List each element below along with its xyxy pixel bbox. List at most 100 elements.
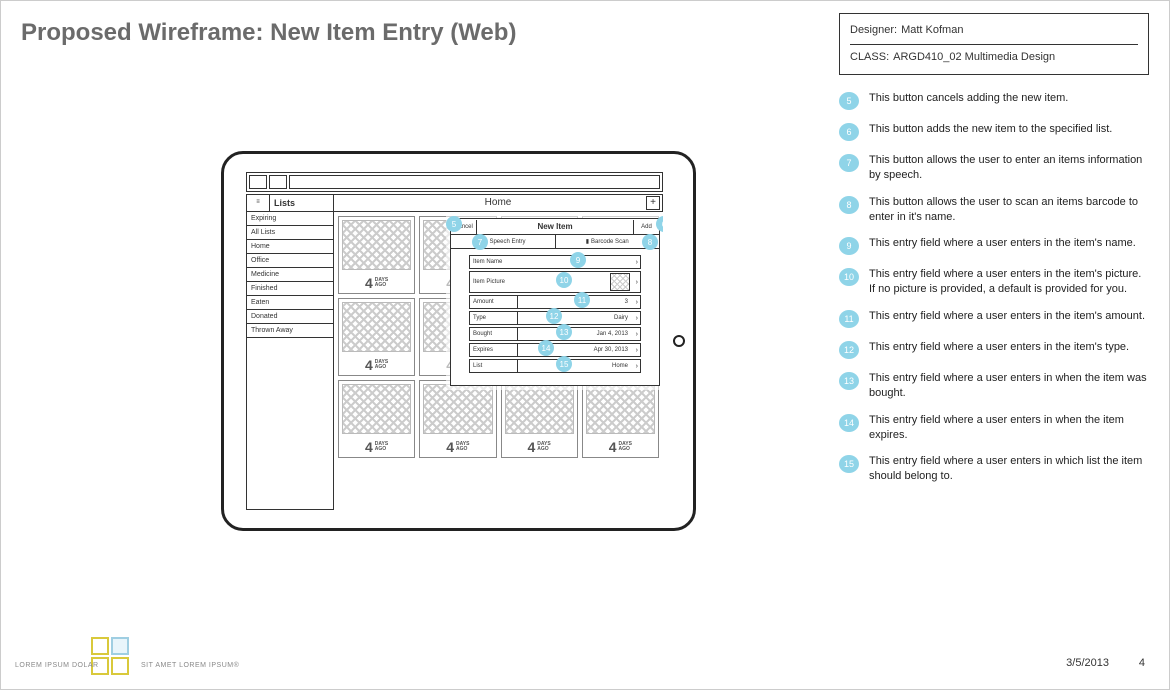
annot-text: This entry field where a user enters in … — [869, 454, 1149, 484]
modal-title: New Item — [477, 222, 633, 231]
sidebar-item[interactable]: Medicine — [247, 268, 333, 282]
field-label: List — [470, 360, 518, 372]
speech-label: Speech Entry — [489, 239, 525, 245]
sidebar-item[interactable]: Home — [247, 240, 333, 254]
days-number: 4 — [446, 439, 454, 455]
sidebar-item[interactable]: Thrown Away — [247, 324, 333, 338]
add-item-button[interactable]: Add — [633, 220, 659, 234]
class-value: ARGD410_02 Multimedia Design — [893, 49, 1055, 67]
sidebar-item[interactable]: Office — [247, 254, 333, 268]
sidebar: Expiring All Lists Home Office Medicine … — [246, 212, 334, 510]
chevron-right-icon: › — [636, 279, 638, 286]
annot-bubble: 8 — [839, 196, 859, 214]
footer-date: 3/5/2013 — [1066, 657, 1109, 669]
annot-text: This button cancels adding the new item. — [869, 91, 1149, 106]
item-image — [423, 384, 492, 434]
annot-bubble: 9 — [839, 237, 859, 255]
field-value: Jan 4, 2013 — [518, 331, 640, 337]
item-card[interactable]: 4DAYSAGO — [501, 380, 578, 458]
item-name-field[interactable]: Item Name› — [469, 255, 641, 269]
days-number: 4 — [365, 275, 373, 291]
header-home: Home + — [334, 194, 663, 212]
chevron-right-icon: › — [636, 259, 638, 266]
sidebar-item[interactable]: Finished — [247, 282, 333, 296]
screen: ≡ Lists Home + Expiring All Lists Home O… — [246, 172, 663, 510]
sidebar-item[interactable]: Donated — [247, 310, 333, 324]
annot-text: This entry field where a user enters in … — [869, 236, 1149, 251]
chevron-right-icon: › — [636, 315, 638, 322]
address-bar[interactable] — [289, 175, 660, 189]
annot-bubble: 6 — [839, 123, 859, 141]
microphone-icon — [480, 238, 487, 245]
barcode-label: Barcode Scan — [591, 239, 629, 245]
sidebar-item[interactable]: Eaten — [247, 296, 333, 310]
item-image — [505, 384, 574, 434]
list-field[interactable]: ListHome› — [469, 359, 641, 373]
field-label: Amount — [470, 296, 518, 308]
item-picture-field[interactable]: Item Picture › — [469, 271, 641, 293]
bought-field[interactable]: BoughtJan 4, 2013› — [469, 327, 641, 341]
back-button[interactable] — [249, 175, 267, 189]
ago-label: AGO — [375, 364, 386, 370]
ago-label: AGO — [375, 282, 386, 288]
tablet-home-button[interactable] — [673, 335, 685, 347]
field-label: Type — [470, 312, 518, 324]
cancel-button[interactable]: Cancel — [451, 220, 477, 234]
item-card[interactable]: 4DAYSAGO — [338, 380, 415, 458]
type-field[interactable]: TypeDairy› — [469, 311, 641, 325]
annot-text: This button adds the new item to the spe… — [869, 122, 1149, 137]
new-item-modal: Cancel New Item Add Speech Entry Barcode… — [450, 218, 660, 386]
forward-button[interactable] — [269, 175, 287, 189]
item-grid: 4DAYSAGO 4DAYSAGO 4DAYSAGO 4DAYSAGO 4DAY… — [334, 212, 663, 510]
barcode-scan-button[interactable]: Barcode Scan — [556, 235, 660, 248]
annot-text: This entry field where a user enters in … — [869, 267, 1149, 297]
amount-field[interactable]: Amount3› — [469, 295, 641, 309]
item-card[interactable]: 4DAYSAGO — [419, 380, 496, 458]
menu-button[interactable]: ≡ — [246, 194, 270, 212]
field-value: 3 — [518, 299, 640, 305]
field-label: Expires — [470, 344, 518, 356]
ago-label: AGO — [619, 446, 630, 452]
annot-text: This entry field where a user enters in … — [869, 340, 1149, 355]
ago-label: AGO — [456, 446, 467, 452]
speech-entry-button[interactable]: Speech Entry — [451, 235, 556, 248]
annot-bubble: 7 — [839, 154, 859, 172]
chevron-right-icon: › — [636, 331, 638, 338]
expires-field[interactable]: ExpiresApr 30, 2013› — [469, 343, 641, 357]
item-image — [342, 384, 411, 434]
field-label: Item Picture — [470, 272, 518, 292]
item-card[interactable]: 4DAYSAGO — [338, 216, 415, 294]
sidebar-item[interactable]: Expiring — [247, 212, 333, 226]
tablet-frame: ≡ Lists Home + Expiring All Lists Home O… — [221, 151, 696, 531]
days-number: 4 — [365, 439, 373, 455]
field-label: Bought — [470, 328, 518, 340]
sidebar-item[interactable]: All Lists — [247, 226, 333, 240]
annot-bubble: 13 — [839, 372, 859, 390]
item-card[interactable]: 4DAYSAGO — [338, 298, 415, 376]
info-box: Designer: Matt Kofman CLASS: ARGD410_02 … — [839, 13, 1149, 75]
field-value: Home — [518, 363, 640, 369]
item-image — [586, 384, 655, 434]
annot-bubble: 12 — [839, 341, 859, 359]
annot-text: This button allows the user to scan an i… — [869, 195, 1149, 225]
page-title: Proposed Wireframe: New Item Entry (Web) — [21, 19, 516, 47]
annot-text: This button allows the user to enter an … — [869, 153, 1149, 183]
footer: LOREM IPSUM DOLAR SIT AMET LOREM IPSUM® … — [1, 639, 1169, 679]
annot-bubble: 15 — [839, 455, 859, 473]
item-image — [342, 302, 411, 352]
annot-text: This entry field where a user enters in … — [869, 413, 1149, 443]
footer-page-number: 4 — [1139, 657, 1145, 669]
days-number: 4 — [609, 439, 617, 455]
field-label: Item Name — [470, 256, 640, 268]
browser-chrome — [246, 172, 663, 192]
add-button[interactable]: + — [646, 196, 660, 210]
footer-text-left: LOREM IPSUM DOLAR — [15, 662, 99, 669]
annot-text: This entry field where a user enters in … — [869, 309, 1149, 324]
field-value: Apr 30, 2013 — [518, 347, 640, 353]
days-number: 4 — [365, 357, 373, 373]
annot-bubble: 5 — [839, 92, 859, 110]
item-card[interactable]: 4DAYSAGO — [582, 380, 659, 458]
item-image — [342, 220, 411, 270]
home-label: Home — [485, 197, 512, 208]
class-label: CLASS: — [850, 49, 889, 67]
